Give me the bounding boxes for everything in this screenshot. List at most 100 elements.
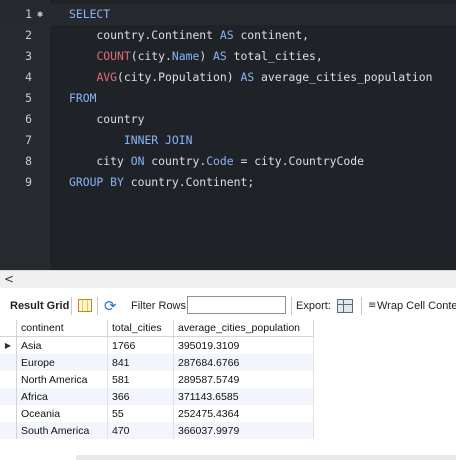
cell-average-cities-population[interactable]: 395019.3109 (173, 336, 314, 354)
sql-keyword: Name (171, 49, 200, 63)
cell-total-cities[interactable]: 366 (107, 388, 174, 405)
header-row: continent total_cities average_cities_po… (0, 320, 314, 337)
line-number: 2 (25, 28, 32, 42)
toolbar-divider (291, 297, 292, 315)
sql-keyword: INNER JOIN (123, 133, 193, 147)
sql-keyword: GROUP BY (69, 175, 124, 189)
cell-total-cities[interactable]: 470 (107, 422, 174, 439)
code-line[interactable]: 1 ✱ SELECT (0, 4, 456, 25)
table-row[interactable]: ▶ Asia 1766 395019.3109 (0, 336, 314, 354)
toolbar-divider (361, 297, 362, 315)
sql-text: city (69, 154, 131, 168)
sql-text: (city. (130, 49, 172, 63)
line-number: 6 (25, 112, 32, 126)
cell-average-cities-population[interactable]: 252475.4364 (173, 405, 314, 422)
column-header-total-cities[interactable]: total_cities (107, 320, 174, 337)
cell-continent[interactable]: Europe (16, 354, 108, 371)
code-line[interactable]: 3 COUNT(city.Name) AS total_cities, (0, 46, 456, 67)
cell-average-cities-population[interactable]: 289587.5749 (173, 371, 314, 388)
scroll-left-icon[interactable]: < (4, 272, 14, 286)
cell-average-cities-population[interactable]: 371143.6585 (173, 388, 314, 405)
sql-keyword: AS (213, 49, 227, 63)
code-line[interactable]: 2 country.Continent AS continent, (0, 25, 456, 46)
export-label: Export: (296, 300, 331, 312)
column-header-continent[interactable]: continent (16, 320, 108, 337)
column-header-average-cities-population[interactable]: average_cities_population (173, 320, 314, 337)
sql-text: ) (199, 49, 214, 63)
sql-text: country.Continent (69, 28, 220, 42)
code-line[interactable]: 8 city ON country.Code = city.CountryCod… (0, 151, 456, 172)
code-line[interactable]: 4 AVG(city.Population) AS average_cities… (0, 67, 456, 88)
code-text[interactable]: country.Continent AS continent, (69, 25, 309, 46)
code-line[interactable]: 6 country (0, 109, 456, 130)
result-horizontal-scrollbar[interactable] (76, 455, 456, 460)
export-icon[interactable] (337, 299, 353, 313)
result-grid[interactable]: continent total_cities average_cities_po… (0, 320, 456, 460)
statement-marker-icon: ✱ (37, 9, 44, 20)
code-text[interactable]: country (69, 109, 144, 130)
cell-continent[interactable]: Asia (16, 336, 108, 354)
code-text[interactable]: GROUP BY country.Continent; (69, 172, 254, 193)
grid-view-icon[interactable] (78, 299, 92, 312)
sql-text: country (69, 112, 145, 126)
table-row[interactable]: Africa 366 371143.6585 (0, 388, 314, 405)
code-text[interactable]: SELECT (69, 4, 110, 25)
code-line[interactable]: 7 INNER JOIN (0, 130, 456, 151)
row-indicator (0, 405, 17, 422)
cell-continent[interactable]: North America (16, 371, 108, 388)
refresh-icon[interactable]: ⟳ (104, 292, 117, 320)
cell-total-cities[interactable]: 55 (107, 405, 174, 422)
result-toolbar: Result Grid ⟳ Filter Rows: Export: ≡ Wra… (0, 292, 456, 321)
result-grid-tab[interactable]: Result Grid (10, 292, 69, 320)
table-row[interactable]: North America 581 289587.5749 (0, 371, 314, 388)
table-row[interactable]: Oceania 55 252475.4364 (0, 405, 314, 422)
result-table: continent total_cities average_cities_po… (0, 320, 314, 439)
sql-text: average_cities_population (254, 70, 433, 84)
sql-text: (city.Population) (117, 70, 241, 84)
sql-text: country.Continent; (123, 175, 255, 189)
wrap-cell-content-label[interactable]: Wrap Cell Content: (377, 292, 456, 320)
toolbar-divider (71, 297, 72, 315)
cell-average-cities-population[interactable]: 287684.6766 (173, 354, 314, 371)
sql-keyword: FROM (69, 91, 97, 105)
sql-keyword: SELECT (69, 7, 111, 21)
line-number: 4 (25, 70, 32, 84)
sql-text: total_cities, (226, 49, 323, 63)
table-row[interactable]: Europe 841 287684.6766 (0, 354, 314, 371)
line-number: 5 (25, 91, 32, 105)
row-indicator (0, 422, 17, 439)
line-number: 9 (25, 175, 32, 189)
cell-continent[interactable]: Africa (16, 388, 108, 405)
editor-horizontal-scrollbar[interactable]: < (0, 270, 456, 288)
sql-keyword: AS (219, 28, 234, 42)
cell-total-cities[interactable]: 841 (107, 354, 174, 371)
row-indicator (0, 388, 17, 405)
sql-function: COUNT (96, 49, 131, 63)
cell-total-cities[interactable]: 581 (107, 371, 174, 388)
filter-rows-input[interactable] (187, 296, 286, 314)
code-text[interactable]: city ON country.Code = city.CountryCode (69, 151, 364, 172)
cell-average-cities-population[interactable]: 366037.9979 (173, 422, 314, 439)
code-text[interactable]: AVG(city.Population) AS average_cities_p… (69, 67, 433, 88)
line-number: 8 (25, 154, 32, 168)
code-text[interactable]: COUNT(city.Name) AS total_cities, (69, 46, 323, 67)
table-row[interactable]: South America 470 366037.9979 (0, 422, 314, 439)
sql-editor[interactable]: 1 ✱ SELECT 2 country.Continent AS continent… (0, 0, 456, 270)
line-number: 3 (25, 49, 32, 63)
sql-keyword: AS (240, 70, 255, 84)
wrap-cell-icon[interactable]: ≡ (368, 292, 376, 320)
cell-continent[interactable]: Oceania (16, 405, 108, 422)
cell-total-cities[interactable]: 1766 (107, 336, 174, 354)
code-text[interactable]: FROM (69, 88, 96, 109)
row-indicator (0, 371, 17, 388)
code-text[interactable]: INNER JOIN (69, 130, 193, 151)
sql-keyword: ON (130, 154, 145, 168)
code-line[interactable]: 9 GROUP BY country.Continent; (0, 172, 456, 193)
sql-text: = city.CountryCode (233, 154, 364, 168)
toolbar-divider (97, 297, 98, 315)
row-indicator (0, 354, 17, 371)
code-line[interactable]: 5 FROM (0, 88, 456, 109)
cell-continent[interactable]: South America (16, 422, 108, 439)
